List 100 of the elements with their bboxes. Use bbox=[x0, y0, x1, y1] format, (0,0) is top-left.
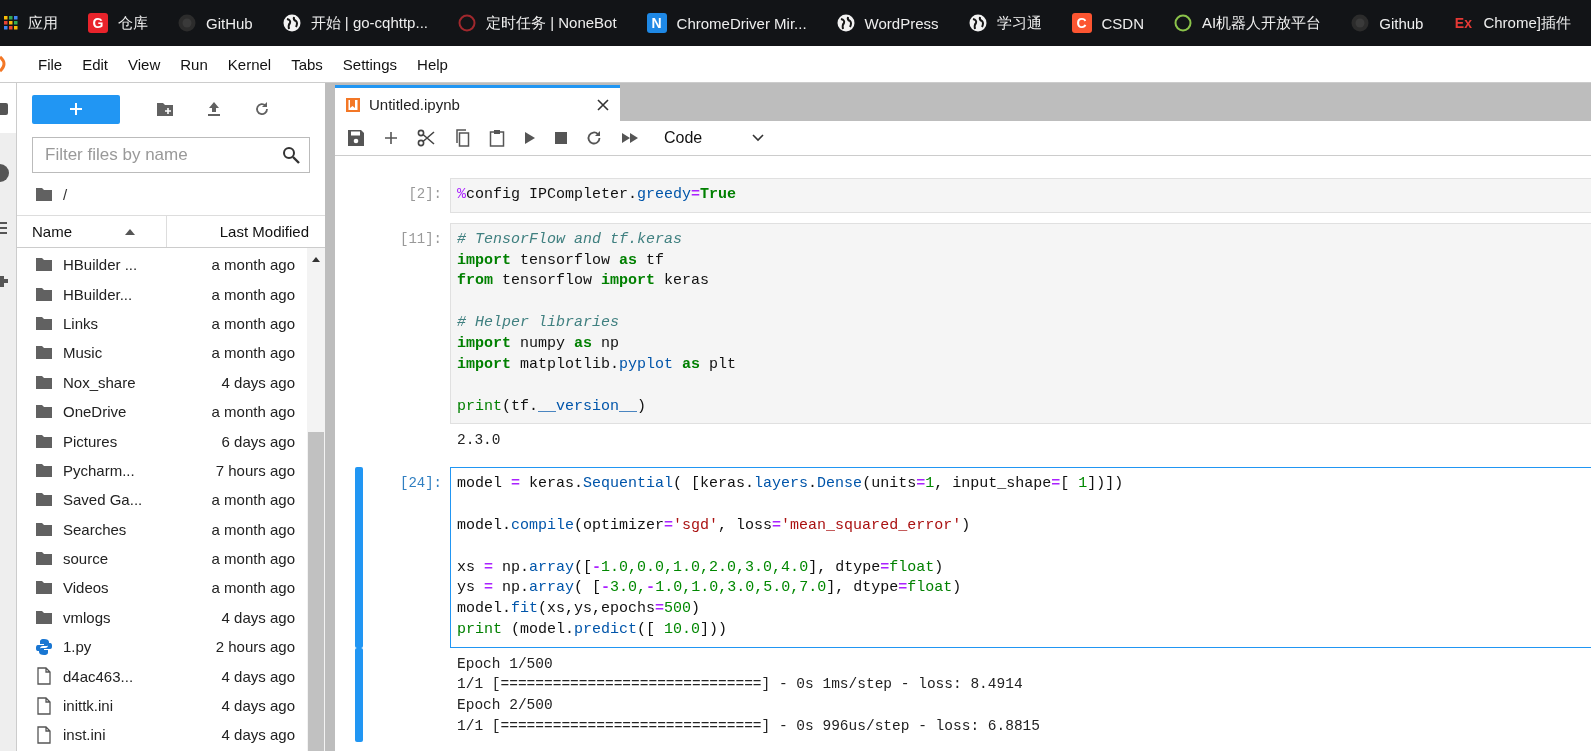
bookmark-link[interactable]: 开始 | go-cqhttp... bbox=[282, 13, 428, 33]
file-row[interactable]: Pycharm... 7 hours ago bbox=[17, 455, 307, 486]
file-name: OneDrive bbox=[63, 403, 128, 421]
bookmark-link[interactable]: C CSDN bbox=[1071, 13, 1145, 33]
modified-time: 4 days ago bbox=[221, 726, 296, 744]
code-editor[interactable]: # TensorFlow and tf.keras import tensorflow as tf from tensorflow import keras # Helper libraries import numpy as np import matplotlib.pyplot as plt print(tf.__version__) bbox=[450, 222, 1591, 425]
bookmark-link[interactable]: Github bbox=[1351, 14, 1424, 32]
sort-up-icon[interactable] bbox=[124, 227, 136, 236]
modified-time: a month ago bbox=[211, 579, 296, 597]
code-editor[interactable]: %config IPCompleter.greedy=True bbox=[450, 178, 1591, 213]
logo-icon: N bbox=[646, 13, 667, 33]
plus-icon[interactable] bbox=[384, 131, 398, 145]
code-line: ys = np.array( [-3.0,-1.0,1.0,3.0,5.0,7.0], dtype=float) bbox=[457, 578, 963, 599]
file-name: d4ac463... bbox=[63, 667, 135, 685]
bookmark-link[interactable]: AI机器人开放平台 bbox=[1174, 13, 1322, 33]
file-row[interactable]: inst.ini 4 days ago bbox=[17, 720, 307, 750]
folder-icon[interactable] bbox=[35, 186, 53, 202]
clipboard-icon[interactable] bbox=[489, 129, 505, 147]
play-icon[interactable] bbox=[524, 131, 536, 145]
breadcrumb-path[interactable]: / bbox=[63, 185, 68, 203]
code-line: # Helper libraries bbox=[457, 313, 621, 334]
chevron-down-icon bbox=[752, 134, 764, 142]
globe-icon bbox=[282, 14, 301, 32]
document-icon bbox=[35, 725, 53, 744]
file-name: HBuilder... bbox=[63, 285, 134, 303]
save-icon[interactable] bbox=[347, 129, 365, 147]
file-row[interactable]: 1.py 2 hours ago bbox=[17, 632, 307, 662]
file-name: Videos bbox=[63, 579, 110, 597]
file-row[interactable]: HBuilder... a month ago bbox=[17, 279, 307, 309]
file-row[interactable]: d4ac463... 4 days ago bbox=[17, 661, 307, 691]
search-icon bbox=[282, 146, 300, 164]
plus-icon bbox=[69, 102, 83, 116]
refresh-icon[interactable] bbox=[254, 101, 270, 117]
filter-field[interactable]: Filter files by name bbox=[32, 137, 310, 173]
cell-selection-bar[interactable] bbox=[355, 466, 363, 648]
execution-count: [11]: bbox=[399, 229, 443, 249]
menu-item[interactable]: Kernel bbox=[217, 55, 282, 73]
file-row[interactable]: vmlogs 4 days ago bbox=[17, 602, 307, 633]
code-editor[interactable] bbox=[450, 466, 1591, 648]
bookmark-link[interactable]: Ex Chrome]插件 bbox=[1453, 13, 1571, 33]
file-name: Pycharm... bbox=[63, 461, 136, 479]
notebook-tab[interactable]: Untitled.ipynb bbox=[335, 85, 620, 121]
scrollbar[interactable] bbox=[307, 248, 325, 751]
file-row[interactable]: inittk.ini 4 days ago bbox=[17, 690, 307, 721]
execution-count: [24]: bbox=[399, 473, 443, 493]
bookmark-link[interactable]: N ChromeDriver Mir... bbox=[646, 13, 807, 33]
file-row[interactable]: Nox_share 4 days ago bbox=[17, 367, 307, 397]
close-icon[interactable] bbox=[596, 97, 610, 112]
menu-item[interactable]: File bbox=[28, 55, 73, 73]
scissors-icon[interactable] bbox=[417, 129, 435, 147]
code-line: %config IPCompleter.greedy=True bbox=[457, 185, 738, 205]
bookmark-link[interactable]: 学习通 bbox=[968, 13, 1042, 33]
upload-icon[interactable] bbox=[206, 101, 222, 117]
file-row[interactable]: Links a month ago bbox=[17, 308, 307, 339]
modified-time: 4 days ago bbox=[221, 697, 296, 715]
menu-item[interactable]: Tabs bbox=[281, 55, 333, 73]
file-name: HBuilder ... bbox=[63, 256, 139, 274]
menu-item[interactable]: Run bbox=[170, 55, 218, 73]
code-line: model.fit(xs,ys,epochs=500) bbox=[457, 599, 702, 620]
python-icon bbox=[35, 637, 53, 656]
file-row[interactable]: HBuilder ... a month ago bbox=[17, 250, 307, 280]
tab-title: Untitled.ipynb bbox=[369, 96, 460, 113]
bookmark-link[interactable]: WordPress bbox=[836, 14, 939, 32]
folder-icon[interactable] bbox=[0, 101, 10, 117]
file-row[interactable]: Saved Ga... a month ago bbox=[17, 485, 307, 515]
menu-item[interactable]: Settings bbox=[332, 55, 408, 73]
column-header[interactable]: Name bbox=[17, 223, 112, 240]
menu-item[interactable]: View bbox=[118, 55, 171, 73]
file-row[interactable]: Videos a month ago bbox=[17, 573, 307, 603]
new-folder-icon[interactable] bbox=[156, 101, 174, 117]
scroll-thumb[interactable] bbox=[308, 432, 324, 751]
code-line: # TensorFlow and tf.keras bbox=[457, 229, 684, 250]
bookmark-link[interactable]: G 仓库 bbox=[88, 13, 148, 33]
bookmark-link[interactable]: 应用 bbox=[4, 13, 58, 33]
scroll-up-icon[interactable] bbox=[311, 256, 321, 262]
bookmark-link[interactable]: GitHub bbox=[178, 14, 253, 32]
file-name: Links bbox=[63, 314, 100, 332]
file-row[interactable]: Pictures 6 days ago bbox=[17, 426, 307, 456]
menu-item[interactable]: Help bbox=[407, 55, 458, 73]
refresh-icon[interactable] bbox=[586, 130, 602, 146]
file-row[interactable]: source a month ago bbox=[17, 543, 307, 574]
modified-time: 4 days ago bbox=[221, 667, 296, 685]
ring-icon bbox=[1174, 14, 1193, 32]
fast-forward-icon[interactable] bbox=[621, 132, 639, 144]
file-row[interactable]: Searches a month ago bbox=[17, 514, 307, 544]
output-line: Epoch 2/500 bbox=[457, 695, 554, 715]
new-launcher-button[interactable] bbox=[32, 94, 120, 124]
copy-icon[interactable] bbox=[454, 129, 470, 147]
file-row[interactable]: OneDrive a month ago bbox=[17, 396, 307, 427]
folder-icon bbox=[35, 521, 53, 537]
list-icon[interactable] bbox=[0, 221, 10, 235]
folder-icon bbox=[35, 580, 53, 596]
bookmark-link[interactable]: 定时任务 | NoneBot bbox=[457, 13, 617, 33]
folder-icon bbox=[35, 462, 53, 478]
file-row[interactable]: Music a month ago bbox=[17, 338, 307, 368]
bookmark-label: WordPress bbox=[864, 14, 939, 32]
menu-item[interactable]: Edit bbox=[72, 55, 119, 73]
folder-icon bbox=[35, 315, 53, 331]
cell-type-dropdown[interactable]: Code bbox=[664, 129, 764, 147]
puzzle-icon[interactable] bbox=[0, 273, 10, 289]
